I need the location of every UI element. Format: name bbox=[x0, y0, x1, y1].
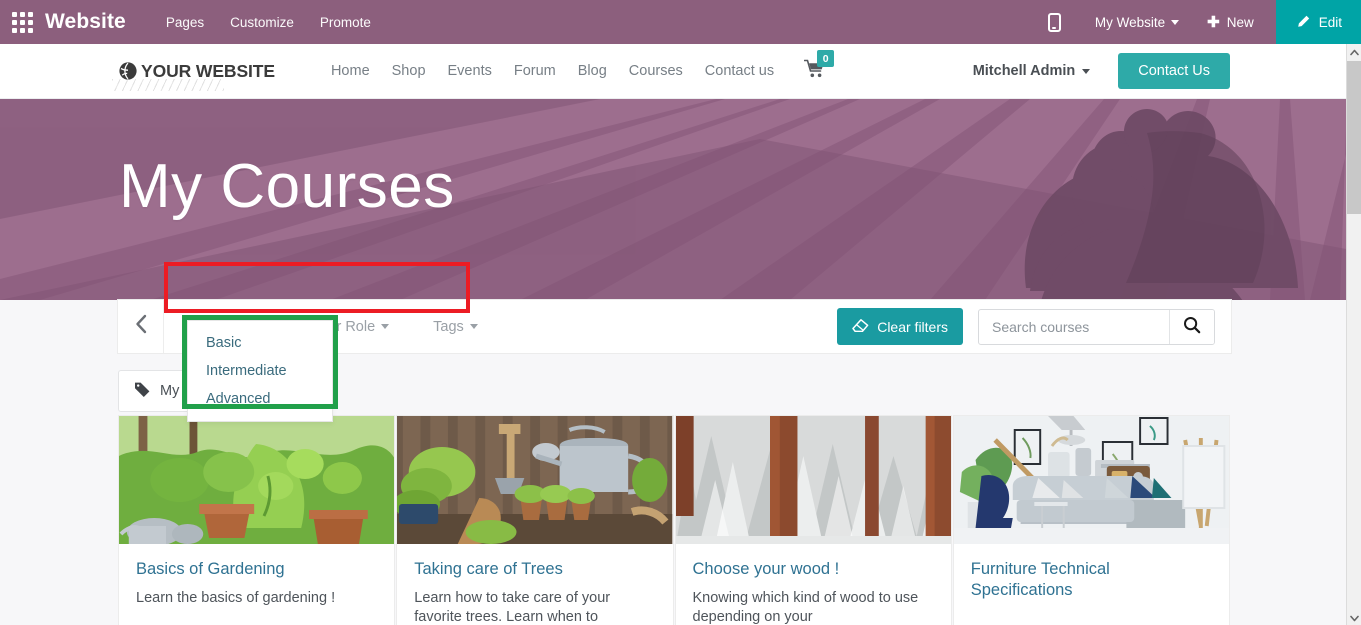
your-level-dropdown-menu: Basic Intermediate Advanced bbox=[187, 320, 333, 422]
nav-link-events[interactable]: Events bbox=[448, 63, 492, 79]
nav-link-shop[interactable]: Shop bbox=[392, 63, 426, 79]
chevron-down-icon bbox=[381, 324, 390, 329]
course-image-wood bbox=[675, 416, 951, 544]
course-image-gardening bbox=[119, 416, 395, 544]
clear-filters-button[interactable]: Clear filters bbox=[837, 308, 963, 345]
odoo-menu: Pages Customize Promote bbox=[166, 15, 371, 30]
course-card[interactable]: Basics of Gardening Learn the basics of … bbox=[118, 415, 396, 625]
course-title[interactable]: Basics of Gardening bbox=[136, 559, 377, 580]
site-selector-label: My Website bbox=[1094, 14, 1166, 30]
superhero-silhouette bbox=[1024, 109, 1298, 300]
menu-item-promote[interactable]: Promote bbox=[320, 15, 371, 30]
hero-banner: My Courses bbox=[0, 99, 1346, 300]
course-title[interactable]: Furniture Technical Specifications bbox=[971, 559, 1212, 600]
scrollbar-thumb[interactable] bbox=[1347, 61, 1361, 214]
filter-tags[interactable]: Tags bbox=[411, 300, 500, 353]
site-selector[interactable]: My Website bbox=[1094, 14, 1180, 30]
app-title: Website bbox=[45, 10, 126, 33]
cart-count-badge: 0 bbox=[817, 50, 835, 67]
course-image-trees bbox=[397, 416, 673, 544]
chevron-left-icon bbox=[134, 314, 148, 339]
pencil-icon bbox=[1295, 14, 1311, 30]
course-description: Learn the basics of gardening ! bbox=[136, 589, 336, 606]
level-option-advanced[interactable]: Advanced bbox=[188, 385, 332, 413]
course-description: Learn how to take care of your favorite … bbox=[414, 589, 611, 625]
course-card-body: Basics of Gardening Learn the basics of … bbox=[119, 544, 394, 618]
new-button-label: New bbox=[1226, 14, 1254, 30]
site-logo[interactable]: YOUR WEBSITE bbox=[112, 60, 275, 91]
eraser-icon bbox=[852, 318, 869, 335]
course-card-body: Taking care of Trees Learn how to take c… bbox=[397, 544, 672, 625]
course-card-body: Choose your wood ! Knowing which kind of… bbox=[676, 544, 951, 625]
search-input[interactable] bbox=[979, 309, 1169, 344]
odoo-top-bar: Website Pages Customize Promote My Websi… bbox=[0, 0, 1361, 44]
filter-tags-label: Tags bbox=[433, 318, 464, 335]
course-description: Knowing which kind of wood to use depend… bbox=[692, 589, 919, 625]
scroll-down-button[interactable] bbox=[1347, 610, 1361, 625]
edit-button[interactable]: Edit bbox=[1275, 0, 1361, 44]
cart-button[interactable]: 0 bbox=[803, 50, 835, 83]
magnifier-icon bbox=[1183, 316, 1201, 337]
course-card-body: Furniture Technical Specifications bbox=[954, 544, 1229, 619]
chevron-down-icon bbox=[1082, 68, 1091, 74]
plus-icon: ✚ bbox=[1207, 13, 1220, 31]
contact-us-button[interactable]: Contact Us bbox=[1118, 53, 1230, 89]
site-logo-text: YOUR WEBSITE bbox=[141, 60, 275, 81]
course-title[interactable]: Choose your wood ! bbox=[693, 559, 934, 580]
course-card[interactable]: Taking care of Trees Learn how to take c… bbox=[396, 415, 674, 625]
new-button[interactable]: ✚ New bbox=[1207, 15, 1254, 30]
nav-link-blog[interactable]: Blog bbox=[578, 63, 607, 79]
chevron-down-icon bbox=[1171, 19, 1180, 25]
user-menu-label: Mitchell Admin bbox=[972, 63, 1076, 79]
odoo-top-bar-right: My Website ✚ New Edit bbox=[1047, 0, 1361, 44]
website-navbar-right: Mitchell Admin Contact Us bbox=[973, 53, 1230, 89]
chevron-down-icon bbox=[1350, 609, 1359, 625]
scroll-up-button[interactable] bbox=[1347, 44, 1361, 59]
menu-item-pages[interactable]: Pages bbox=[166, 15, 204, 30]
nav-link-forum[interactable]: Forum bbox=[514, 63, 556, 79]
search-button[interactable] bbox=[1169, 309, 1214, 344]
page-title: My Courses bbox=[119, 152, 455, 221]
filter-bar-right: Clear filters bbox=[837, 308, 1231, 345]
globe-icon bbox=[118, 61, 138, 81]
nav-link-contact-us[interactable]: Contact us bbox=[705, 63, 774, 79]
user-menu[interactable]: Mitchell Admin bbox=[973, 63, 1091, 79]
course-grid: Basics of Gardening Learn the basics of … bbox=[118, 415, 1231, 625]
course-card[interactable]: Choose your wood ! Knowing which kind of… bbox=[674, 415, 952, 625]
course-image-furniture bbox=[953, 416, 1229, 544]
level-option-intermediate[interactable]: Intermediate bbox=[188, 357, 332, 385]
site-nav-links: Home Shop Events Forum Blog Courses Cont… bbox=[331, 63, 774, 79]
back-button[interactable] bbox=[118, 300, 164, 353]
clear-filters-label: Clear filters bbox=[877, 318, 948, 335]
course-card[interactable]: Furniture Technical Specifications bbox=[952, 415, 1230, 625]
nav-link-courses[interactable]: Courses bbox=[629, 63, 683, 79]
mobile-preview-icon[interactable] bbox=[1047, 12, 1061, 32]
menu-item-customize[interactable]: Customize bbox=[230, 15, 294, 30]
edit-button-label: Edit bbox=[1318, 14, 1342, 30]
apps-grid-icon[interactable] bbox=[11, 11, 33, 33]
level-option-basic[interactable]: Basic bbox=[188, 329, 332, 357]
website-navbar: YOUR WEBSITE Home Shop Events Forum Blog… bbox=[0, 44, 1346, 99]
page-root: Website Pages Customize Promote My Websi… bbox=[0, 0, 1361, 625]
nav-link-home[interactable]: Home bbox=[331, 63, 370, 79]
chevron-down-icon bbox=[469, 324, 478, 329]
tag-icon bbox=[134, 381, 151, 401]
vertical-scrollbar[interactable] bbox=[1346, 44, 1361, 625]
search-group bbox=[978, 308, 1215, 345]
course-title[interactable]: Taking care of Trees bbox=[414, 559, 655, 580]
chevron-up-icon bbox=[1350, 43, 1359, 61]
